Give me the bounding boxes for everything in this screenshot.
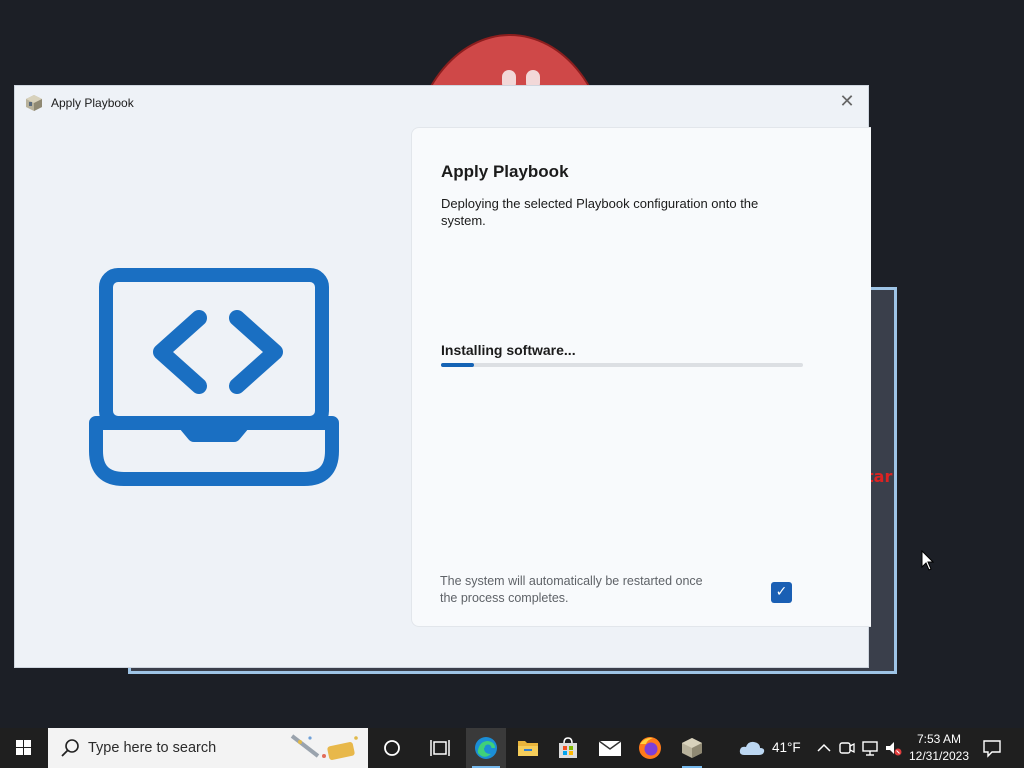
volume-muted-icon[interactable] bbox=[884, 738, 902, 758]
task-view-button[interactable] bbox=[420, 728, 460, 768]
notification-icon[interactable] bbox=[982, 738, 1002, 758]
weather-temperature[interactable]: 41°F bbox=[772, 740, 801, 755]
mouse-cursor-icon bbox=[921, 550, 935, 571]
window-title: Apply Playbook bbox=[51, 96, 134, 110]
cortana-button[interactable] bbox=[372, 728, 412, 768]
panel-description: Deploying the selected Playbook configur… bbox=[441, 196, 759, 228]
restart-notice: The system will automatically be restart… bbox=[440, 574, 703, 605]
playbook-app-icon bbox=[26, 95, 42, 111]
start-button[interactable] bbox=[0, 728, 48, 768]
laptop-code-icon bbox=[89, 268, 339, 486]
search-icon bbox=[61, 739, 79, 757]
taskbar-clock[interactable]: 7:53 AM 12/31/2023 bbox=[904, 731, 974, 765]
close-button[interactable]: ✕ bbox=[832, 90, 862, 114]
taskbar-store[interactable] bbox=[548, 728, 588, 768]
microsoft-store-icon bbox=[559, 737, 577, 758]
cortana-icon bbox=[384, 740, 400, 756]
search-highlight-image bbox=[290, 734, 358, 760]
status-text: Installing software... bbox=[441, 342, 576, 358]
search-placeholder: Type here to search bbox=[88, 740, 217, 756]
edge-icon bbox=[475, 737, 497, 759]
title-bar[interactable]: Apply Playbook ✕ bbox=[15, 86, 868, 120]
content-panel: Apply Playbook Deploying the selected Pl… bbox=[411, 127, 871, 627]
taskbar-playbook-app[interactable] bbox=[672, 728, 712, 768]
progress-bar-fill bbox=[441, 363, 474, 367]
taskbar-search-box[interactable]: Type here to search bbox=[48, 728, 368, 768]
taskbar-edge[interactable] bbox=[466, 728, 506, 768]
task-view-icon bbox=[430, 740, 450, 756]
restart-checkbox[interactable]: ✓ bbox=[771, 582, 792, 603]
mail-icon bbox=[598, 740, 622, 756]
panel-title: Apply Playbook bbox=[441, 162, 569, 181]
progress-bar bbox=[441, 363, 803, 367]
file-explorer-icon bbox=[518, 741, 538, 756]
windows-start-icon bbox=[16, 740, 31, 755]
taskbar: Type here to search 41°F 7:53 AM 12/31/2… bbox=[0, 728, 1024, 768]
network-icon[interactable] bbox=[861, 738, 879, 758]
taskbar-firefox[interactable] bbox=[630, 728, 670, 768]
taskbar-file-explorer[interactable] bbox=[508, 728, 548, 768]
firefox-icon bbox=[639, 737, 661, 759]
meet-now-icon[interactable] bbox=[838, 738, 856, 758]
apply-playbook-dialog: Apply Playbook ✕ Apply Playbook Deployin… bbox=[14, 85, 871, 668]
taskbar-mail[interactable] bbox=[590, 728, 630, 768]
playbook-app-icon bbox=[682, 738, 702, 758]
clock-date: 12/31/2023 bbox=[908, 749, 970, 763]
tray-chevron-icon[interactable] bbox=[815, 738, 833, 758]
weather-cloud-icon[interactable] bbox=[738, 739, 766, 757]
clock-time: 7:53 AM bbox=[916, 732, 962, 746]
